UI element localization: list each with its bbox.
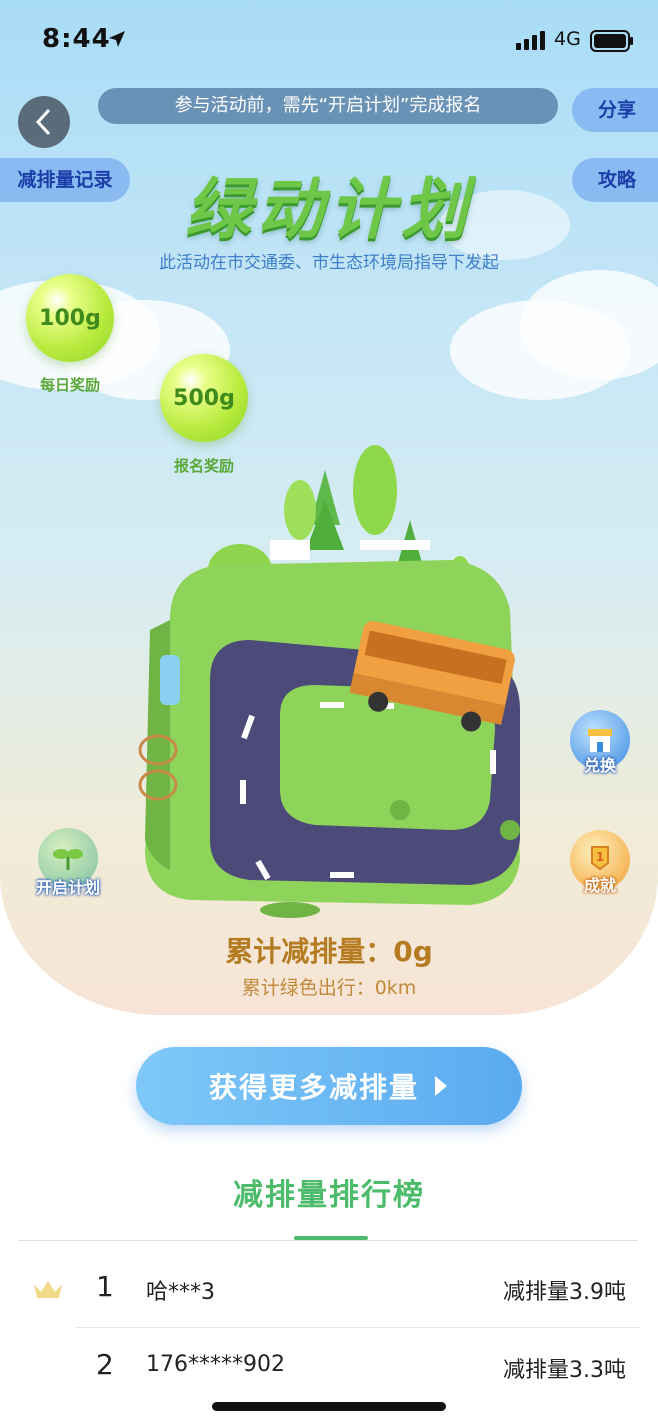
svg-text:1: 1 — [596, 850, 604, 864]
signup-notice-banner: 参与活动前，需先“开启计划”完成报名 — [98, 88, 558, 124]
get-more-reduction-button[interactable]: 获得更多减排量 — [136, 1047, 522, 1125]
daily-reward-label: 每日奖励 — [39, 376, 100, 394]
rank-number: 2 — [96, 1348, 114, 1381]
page-title: 绿动计划 — [185, 171, 473, 248]
rank-value: 减排量3.9吨 — [503, 1280, 626, 1305]
achievement-label[interactable]: 成就 — [568, 872, 632, 896]
network-type: 4G — [554, 28, 581, 50]
start-plan-label[interactable]: 开启计划 — [22, 874, 114, 898]
rank-username: 176*****902 — [146, 1352, 285, 1377]
home-indicator[interactable] — [212, 1402, 446, 1411]
play-arrow-icon — [435, 1076, 447, 1096]
daily-reward-bubble[interactable]: 100g — [26, 274, 114, 362]
daily-reward-value: 100g — [39, 305, 101, 331]
sprout-icon — [53, 849, 83, 870]
ranking-row: 2 176*****902 减排量3.3吨 — [0, 1328, 658, 1406]
hero-background — [0, 0, 658, 1015]
rank-username: 哈***3 — [146, 1280, 215, 1305]
crown-icon — [34, 1281, 62, 1298]
signup-reward-value: 500g — [173, 385, 235, 411]
rank-value: 减排量3.3吨 — [503, 1358, 626, 1383]
exchange-label[interactable]: 兑换 — [568, 752, 632, 776]
divider — [18, 1240, 638, 1241]
signup-reward-label: 报名奖励 — [173, 457, 234, 475]
page-subtitle: 此活动在市交通委、市生态环境局指导下发起 — [159, 253, 499, 273]
share-button[interactable]: 分享 — [572, 88, 658, 132]
rank-number: 1 — [96, 1270, 114, 1303]
signal-strength-icon — [516, 31, 545, 50]
total-reduction: 累计减排量：0g — [225, 935, 433, 968]
ranking-title: 减排量排行榜 — [233, 1178, 425, 1213]
total-green-trip: 累计绿色出行：0km — [241, 977, 417, 999]
status-bar: 8:44 4G — [0, 0, 658, 80]
chevron-left-icon — [35, 108, 51, 136]
signup-reward-bubble[interactable]: 500g — [160, 354, 248, 442]
green-city-island-illustration — [138, 445, 520, 918]
location-arrow-icon — [109, 31, 125, 47]
ranking-row: 1 哈***3 减排量3.9吨 — [0, 1250, 658, 1328]
cta-label: 获得更多减排量 — [208, 1071, 419, 1104]
back-button[interactable] — [18, 96, 70, 148]
status-time: 8:44 — [42, 24, 111, 54]
battery-icon — [590, 30, 633, 52]
